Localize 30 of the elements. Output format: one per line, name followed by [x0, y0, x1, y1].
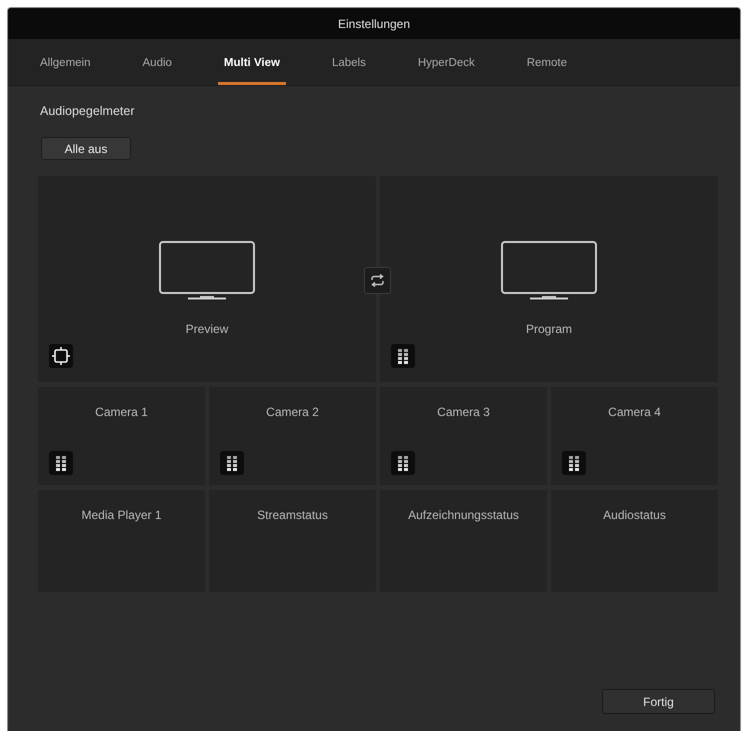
level-meter-icon[interactable]: [220, 451, 244, 475]
level-meter-icon[interactable]: [562, 451, 586, 475]
window-label: Camera 3: [437, 405, 490, 419]
window-label: Program: [526, 322, 572, 336]
window-label: Camera 2: [266, 405, 319, 419]
window-label: Audiostatus: [603, 508, 666, 522]
swap-button[interactable]: [364, 267, 391, 294]
tab[interactable]: Remote: [520, 39, 574, 85]
loop-arrows-icon: [370, 273, 385, 288]
monitor-icon: [501, 241, 597, 300]
level-meter-icon[interactable]: [391, 344, 415, 368]
tab[interactable]: Audio: [136, 39, 178, 85]
window-label: Media Player 1: [81, 508, 162, 522]
window-label: Camera 1: [95, 405, 148, 419]
tab[interactable]: HyperDeck: [412, 39, 481, 85]
level-meter-icon[interactable]: [49, 451, 73, 475]
level-meter-icon[interactable]: [391, 451, 415, 475]
tab[interactable]: Allgemein: [34, 39, 96, 85]
window-label: Aufzeichnungsstatus: [408, 508, 519, 522]
all-off-button[interactable]: Alle aus: [41, 137, 131, 160]
tab[interactable]: Labels: [326, 39, 372, 85]
window-label: Streamstatus: [257, 508, 328, 522]
window-title: Einstellungen: [338, 16, 410, 30]
monitor-icon: [159, 241, 255, 300]
window-label: Camera 4: [608, 405, 661, 419]
safe-area-icon[interactable]: [49, 344, 73, 368]
tab[interactable]: Multi View: [218, 39, 286, 85]
done-button[interactable]: Fortig: [602, 689, 715, 714]
section-label: Audiopegelmeter: [40, 103, 135, 119]
window-label: Preview: [186, 322, 228, 336]
